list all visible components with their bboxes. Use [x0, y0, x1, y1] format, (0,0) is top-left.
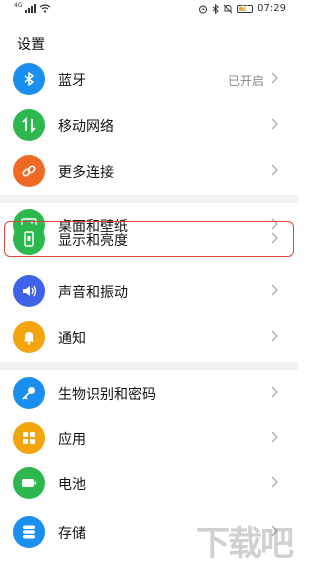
wifi-icon [40, 4, 51, 13]
highlight-frame [4, 221, 294, 257]
chevron-right-icon [267, 71, 281, 85]
settings-item-more-connections[interactable]: 更多连接 [0, 148, 298, 194]
status-bar: 4G 30 07:29 [0, 0, 298, 22]
settings-item-label: 电池 [58, 477, 86, 493]
clock: 07:29 [257, 3, 286, 14]
key-icon [13, 377, 45, 409]
settings-item-bluetooth[interactable]: 蓝牙 已开启 [0, 56, 298, 102]
bluetooth-icon [212, 3, 219, 14]
settings-item-label: 应用 [58, 432, 86, 448]
settings-item-sound-vibration[interactable]: 声音和振动 [0, 268, 298, 314]
watermark-logo: 下载吧 [196, 524, 294, 564]
link-icon [13, 155, 45, 187]
settings-item-label: 蓝牙 [58, 73, 86, 89]
apps-icon [13, 422, 45, 454]
settings-item-notifications[interactable]: 通知 [0, 314, 298, 360]
mobile-data-icon [13, 109, 45, 141]
battery-level: 30 [241, 4, 249, 12]
chevron-right-icon [267, 163, 281, 177]
settings-item-label: 通知 [58, 331, 86, 347]
settings-item-label: 声音和振动 [58, 285, 128, 301]
network-type: 4G [14, 2, 23, 9]
settings-item-label: 生物识别和密码 [58, 387, 156, 403]
signal-icon [25, 4, 37, 13]
settings-item-label: 更多连接 [58, 165, 114, 181]
page-title: 设置 [17, 37, 45, 53]
settings-item-biometrics-password[interactable]: 生物识别和密码 [0, 371, 298, 415]
settings-item-apps[interactable]: 应用 [0, 415, 298, 461]
notification-icon [13, 321, 45, 353]
chevron-right-icon [267, 283, 281, 297]
chevron-right-icon [267, 117, 281, 131]
settings-item-battery[interactable]: 电池 [0, 460, 298, 506]
alarm-icon [199, 5, 208, 13]
battery-icon [13, 467, 45, 499]
chevron-right-icon [267, 475, 281, 489]
settings-item-label: 存储 [58, 526, 86, 542]
section-divider [0, 195, 298, 203]
chevron-right-icon [267, 329, 281, 343]
settings-item-value: 已开启 [227, 74, 264, 88]
status-left: 4G [14, 2, 51, 13]
settings-item-label: 移动网络 [58, 119, 114, 135]
chevron-right-icon [267, 430, 281, 444]
storage-icon [13, 516, 45, 548]
sound-icon [13, 275, 45, 307]
settings-item-mobile-network[interactable]: 移动网络 [0, 102, 298, 148]
battery-icon: 30 [237, 4, 254, 13]
chevron-right-icon [267, 385, 281, 399]
bluetooth-icon [13, 63, 45, 95]
section-divider [0, 362, 298, 370]
status-right: 30 07:29 [198, 3, 286, 14]
mute-icon [223, 4, 233, 13]
